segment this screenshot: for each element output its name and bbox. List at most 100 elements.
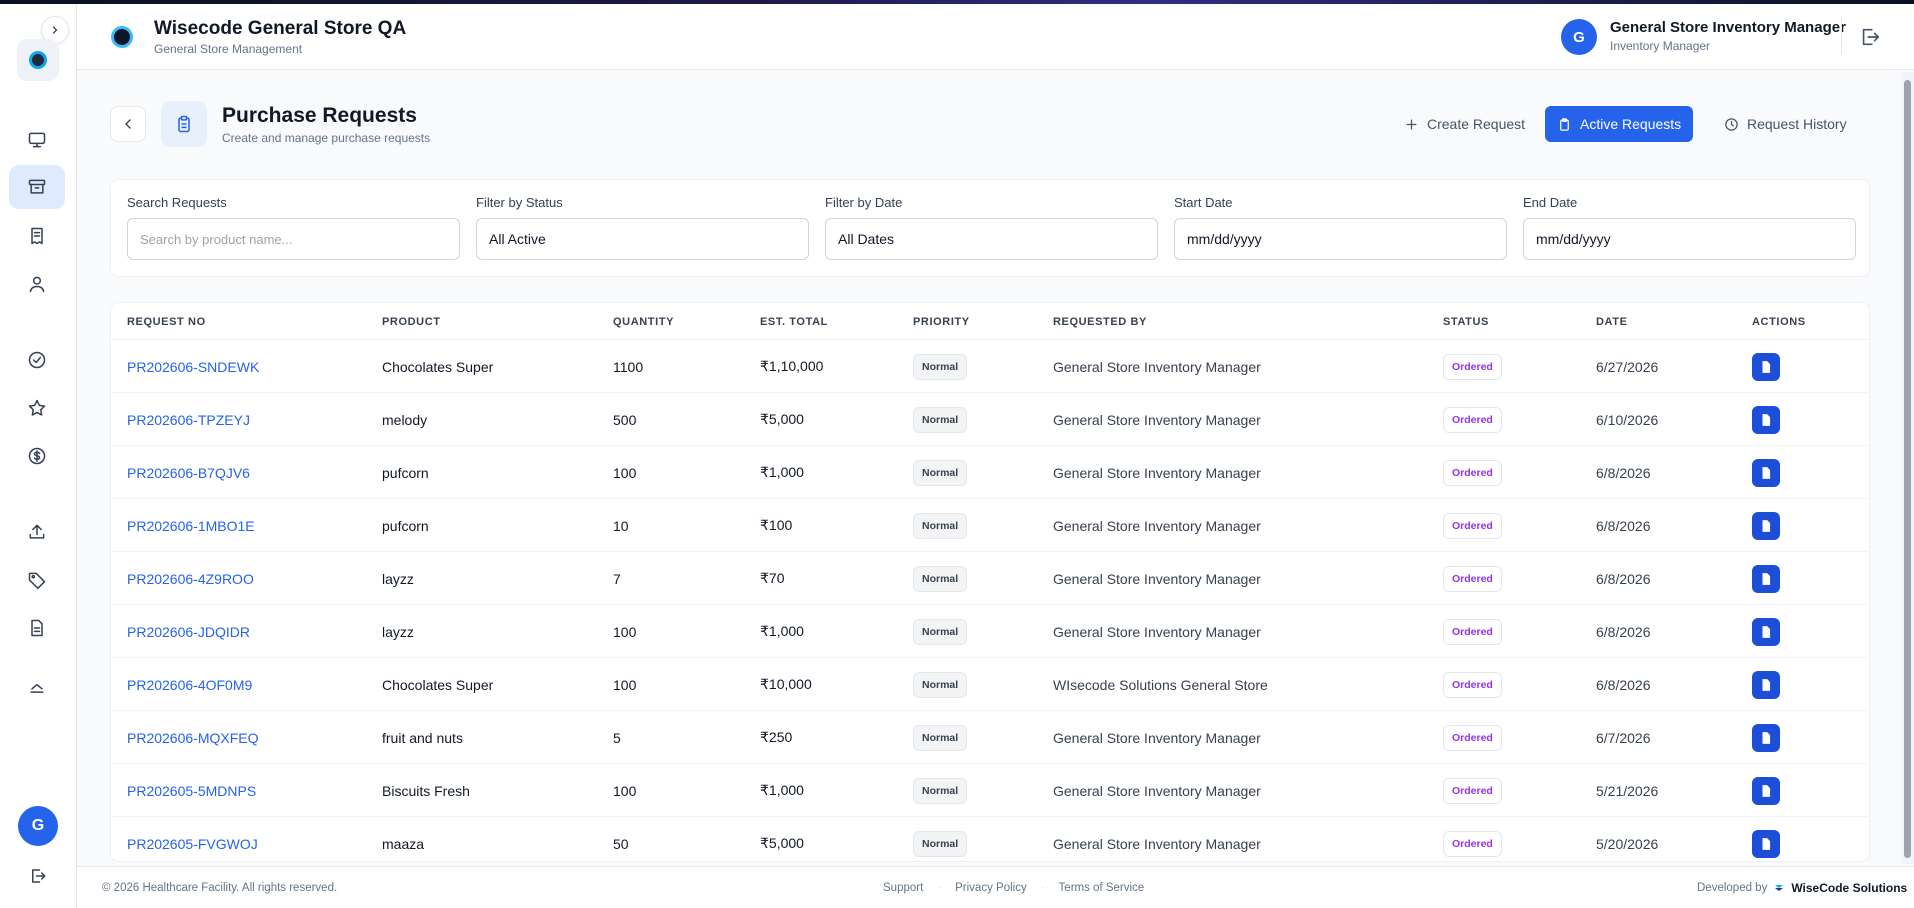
actions-cell <box>1752 658 1780 711</box>
col-product: PRODUCT <box>382 316 441 328</box>
quantity-cell: 7 <box>613 570 621 587</box>
table-row[interactable]: PR202606-SNDEWK Chocolates Super 1100 ₹1,10… <box>111 340 1869 393</box>
logo-icon <box>29 51 47 69</box>
sidebar-item-favorites[interactable] <box>9 386 65 430</box>
tab-request-history[interactable]: Request History <box>1712 106 1859 142</box>
clipboard-icon <box>178 115 190 133</box>
table-row[interactable]: PR202606-4Z9ROO layzz 7 ₹70 General Store In… <box>111 552 1869 605</box>
status-badge: Ordered <box>1443 830 1502 857</box>
document-icon <box>31 619 43 637</box>
status-badge: Ordered <box>1443 724 1502 751</box>
view-document-button[interactable] <box>1752 511 1780 540</box>
request-no-link[interactable]: PR202605-FVGWOJ <box>127 817 258 861</box>
tab-active-requests[interactable]: Active Requests <box>1545 106 1694 142</box>
terms-link[interactable]: Terms of Service <box>1059 882 1145 894</box>
sidebar-item-dashboard[interactable] <box>9 118 65 162</box>
date-cell: 6/8/2026 <box>1596 623 1651 640</box>
date-cell: 5/20/2026 <box>1596 835 1659 852</box>
request-no-link[interactable]: PR202606-B7QJV6 <box>127 446 250 499</box>
sidebar-item-reports[interactable] <box>9 606 65 650</box>
sidebar-item-upload[interactable] <box>9 510 65 554</box>
view-document-button[interactable] <box>1752 458 1780 487</box>
view-document-button[interactable] <box>1752 670 1780 699</box>
logout-button[interactable] <box>1859 26 1881 48</box>
sidebar-item-approvals[interactable] <box>9 338 65 382</box>
actions-cell <box>1752 340 1780 393</box>
sidebar-item-users[interactable] <box>9 262 65 306</box>
status-cell: Ordered <box>1443 764 1502 817</box>
table-row[interactable]: PR202606-JDQIDR layzz 100 ₹1,000 General Sto… <box>111 605 1869 658</box>
search-filter: Search Requests Search by product name..… <box>127 195 460 260</box>
end-date-input[interactable]: mm/dd/yyyy <box>1523 218 1856 260</box>
request-no-link[interactable]: PR202606-1MBO1E <box>127 499 255 552</box>
document-icon <box>1762 466 1771 479</box>
priority-cell: Normal <box>913 393 968 446</box>
request-no-link[interactable]: PR202606-MQXFEQ <box>127 711 259 764</box>
footer-separator: · <box>1040 882 1045 894</box>
brand-logo-icon <box>111 26 133 48</box>
table-row[interactable]: PR202606-TPZEYJ melody 500 ₹5,000 General St… <box>111 393 1869 446</box>
priority-cell: Normal <box>913 817 968 861</box>
request-no-link[interactable]: PR202605-5MDNPS <box>127 764 256 817</box>
sidebar-logout-button[interactable] <box>26 864 50 888</box>
app-title: Wisecode General Store QA <box>154 18 407 39</box>
quantity-cell: 50 <box>613 835 629 852</box>
table-row[interactable]: PR202605-5MDNPS Biscuits Fresh 100 ₹1,000 Ge… <box>111 764 1869 817</box>
create-request-label: Create Request <box>1427 116 1526 132</box>
back-button[interactable] <box>110 106 146 142</box>
user-name: General Store Inventory Manager <box>1610 19 1846 36</box>
table-row[interactable]: PR202605-FVGWOJ maaza 50 ₹5,000 General Stor… <box>111 817 1869 861</box>
request-no-link[interactable]: PR202606-JDQIDR <box>127 605 250 658</box>
end-date-filter: End Date mm/dd/yyyy <box>1523 195 1856 260</box>
view-document-button[interactable] <box>1752 617 1780 646</box>
product-cell: layzz <box>382 623 414 640</box>
product-cell: Chocolates Super <box>382 358 494 375</box>
quantity-cell: 100 <box>613 782 637 799</box>
sidebar-item-more[interactable] <box>9 666 65 710</box>
sidebar-logo[interactable] <box>17 39 59 81</box>
developer-name[interactable]: WiseCode Solutions <box>1791 881 1907 895</box>
priority-badge: Normal <box>913 618 968 645</box>
sidebar-item-invoices[interactable] <box>9 214 65 258</box>
table-row[interactable]: PR202606-4OF0M9 Chocolates Super 100 ₹10,00… <box>111 658 1869 711</box>
view-document-button[interactable] <box>1752 564 1780 593</box>
tab-active-label: Active Requests <box>1580 116 1682 132</box>
status-badge: Ordered <box>1443 406 1502 433</box>
view-document-button[interactable] <box>1752 352 1780 381</box>
search-label: Search Requests <box>127 195 227 210</box>
view-document-button[interactable] <box>1752 405 1780 434</box>
start-date-input[interactable]: mm/dd/yyyy <box>1174 218 1507 260</box>
table-row[interactable]: PR202606-MQXFEQ fruit and nuts 5 ₹250 Genera… <box>111 711 1869 764</box>
priority-cell: Normal <box>913 605 968 658</box>
view-document-button[interactable] <box>1752 829 1780 858</box>
status-cell: Ordered <box>1443 817 1502 861</box>
requested-by-cell: General Store Inventory Manager <box>1053 517 1261 534</box>
sidebar-item-purchase[interactable] <box>9 165 65 209</box>
request-no-link[interactable]: PR202606-4Z9ROO <box>127 552 254 605</box>
priority-cell: Normal <box>913 711 968 764</box>
create-request-button[interactable]: Create Request <box>1392 106 1537 142</box>
requested-by-cell: General Store Inventory Manager <box>1053 782 1261 799</box>
request-no-link[interactable]: PR202606-TPZEYJ <box>127 393 250 446</box>
request-no-link[interactable]: PR202606-4OF0M9 <box>127 658 252 711</box>
search-input[interactable]: Search by product name... <box>127 218 460 260</box>
user-avatar[interactable]: G <box>1561 19 1597 55</box>
status-select[interactable]: All Active <box>476 218 809 260</box>
view-document-button[interactable] <box>1752 776 1780 805</box>
tab-history-label: Request History <box>1747 116 1847 132</box>
avatar[interactable]: G <box>18 806 58 846</box>
scrollbar-thumb[interactable] <box>1904 80 1911 858</box>
page-scrollbar[interactable] <box>1901 72 1914 864</box>
priority-badge: Normal <box>913 406 968 433</box>
privacy-link[interactable]: Privacy Policy <box>955 882 1027 894</box>
priority-badge: Normal <box>913 565 968 592</box>
request-no-link[interactable]: PR202606-SNDEWK <box>127 340 259 393</box>
footer-separator: · <box>937 882 942 894</box>
date-select[interactable]: All Dates <box>825 218 1158 260</box>
sidebar-item-tags[interactable] <box>9 558 65 602</box>
view-document-button[interactable] <box>1752 723 1780 752</box>
support-link[interactable]: Support <box>883 882 923 894</box>
table-row[interactable]: PR202606-B7QJV6 pufcorn 100 ₹1,000 General S… <box>111 446 1869 499</box>
table-row[interactable]: PR202606-1MBO1E pufcorn 10 ₹100 General Stor… <box>111 499 1869 552</box>
sidebar-item-finance[interactable] <box>9 434 65 478</box>
